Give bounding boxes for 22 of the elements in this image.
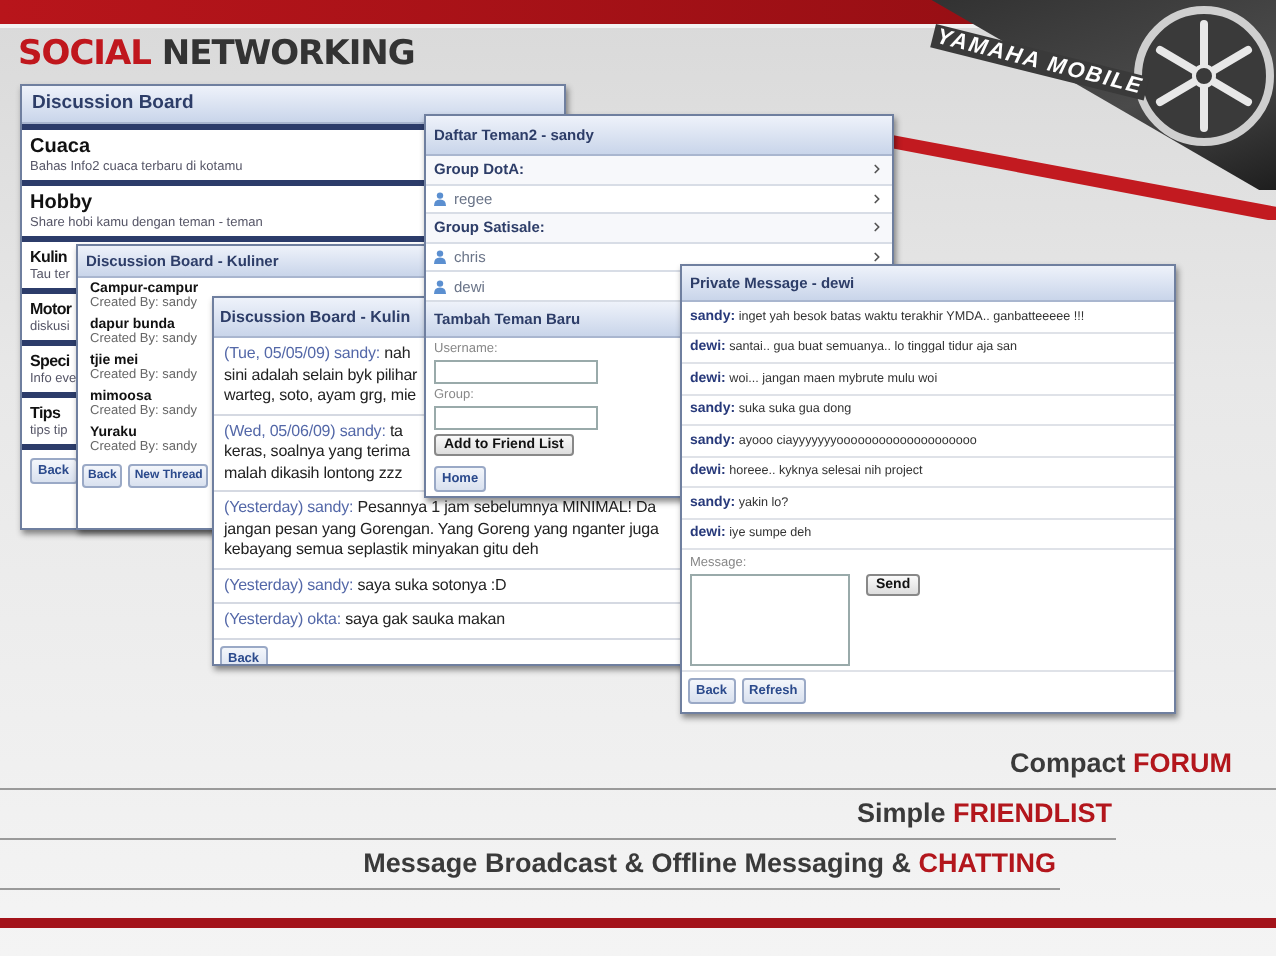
text-input[interactable]	[434, 405, 598, 430]
text-input[interactable]	[434, 359, 598, 384]
topic-name[interactable]: Tips	[30, 404, 61, 422]
person-icon	[434, 279, 446, 294]
board-message: (Yesterday) sandy: Pesannya 1 jam sebelumnya MINIMAL! Da jangan pesan yang Gorengan. Yang Goreng yang nganter juga kebayang semua seplastik minyakan gitu deh	[224, 498, 659, 561]
board-message: (Yesterday) okta: saya gak sauka makan	[224, 610, 505, 631]
board-message: (Tue, 05/05/09) sandy: nah sini adalah selain byk pilihar warteg, soto, ayam grg, mie	[224, 344, 418, 407]
topic-name[interactable]: Speci	[30, 352, 70, 370]
feature-text: Simple FRIENDLIST	[856, 798, 1114, 828]
window-title: Discussion Board	[22, 86, 564, 124]
feature-text: Compact FORUM	[1009, 748, 1234, 778]
board-message: (Wed, 05/06/09) sandy: ta keras, soalnya yang terima malah dikasih lontong zzz	[224, 421, 411, 484]
person-icon	[434, 191, 446, 206]
feature-text: Message Broadcast & Offline Messaging & CHATTING	[363, 848, 1058, 878]
slide-title: SOCIAL NETWORKING	[16, 32, 415, 78]
board-message: (Yesterday) sandy: saya suka sotonya :D	[224, 575, 507, 596]
topic-name[interactable]: Kulin	[30, 248, 67, 266]
topic-name[interactable]: Motor	[30, 300, 72, 318]
topic-name[interactable]: Cuaca	[30, 136, 91, 158]
topic-name[interactable]: Hobby	[30, 192, 93, 214]
person-icon	[434, 250, 446, 265]
message-input[interactable]	[690, 574, 850, 666]
